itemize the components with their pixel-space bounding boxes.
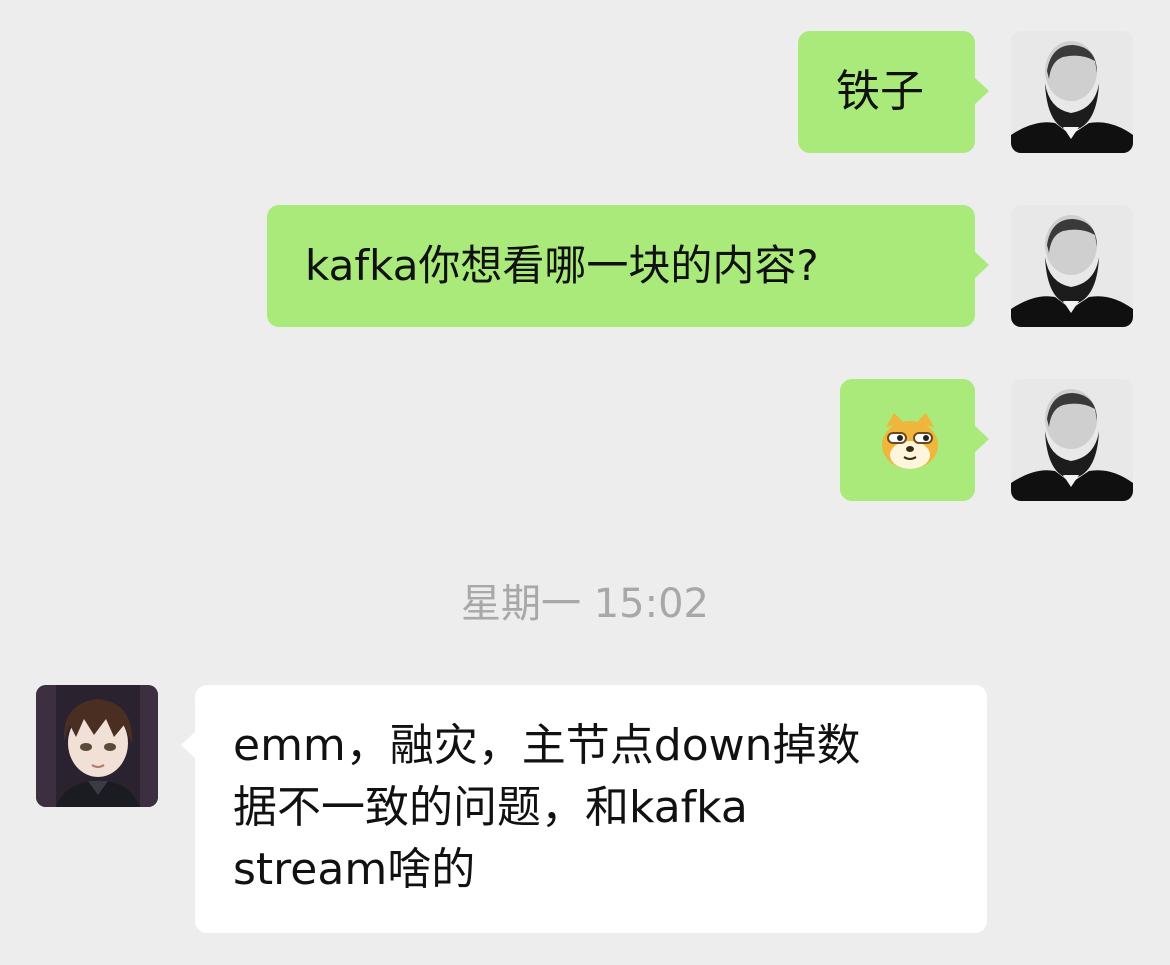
message-bubble-outgoing[interactable]: 铁子: [798, 31, 989, 153]
portrait-avatar-icon: [1011, 379, 1133, 501]
message-line: emm，融灾，主节点down掉数: [233, 720, 861, 771]
message-text: kafka你想看哪一块的内容?: [305, 241, 819, 290]
portrait-avatar-icon: [1011, 205, 1133, 327]
message-line: stream啥的: [233, 844, 476, 895]
doge-sticker-icon: [882, 413, 938, 469]
bubble-tail: [974, 77, 989, 105]
message-timestamp: 星期一 15:02: [461, 581, 709, 627]
message-text: 铁子: [836, 66, 924, 117]
chat-view: 铁子 kafka你想看哪一块的内容? 星期一 15:02 emm，融灾，主节点d…: [0, 0, 1170, 965]
message-text-block: emm，融灾，主节点down掉数 据不一致的问题，和kafka stream啥的: [233, 715, 861, 901]
message-bubble-incoming[interactable]: emm，融灾，主节点down掉数 据不一致的问题，和kafka stream啥的: [181, 685, 987, 933]
bubble-tail: [974, 425, 989, 453]
my-avatar[interactable]: [1011, 31, 1133, 153]
my-avatar[interactable]: [1011, 379, 1133, 501]
bubble-tail: [181, 731, 196, 759]
anime-avatar-icon: [36, 685, 158, 807]
message-bubble-outgoing[interactable]: kafka你想看哪一块的内容?: [267, 205, 989, 327]
message-bubble-outgoing[interactable]: [840, 379, 989, 501]
portrait-avatar-icon: [1011, 31, 1133, 153]
my-avatar[interactable]: [1011, 205, 1133, 327]
message-line: 据不一致的问题，和kafka: [233, 782, 748, 833]
contact-avatar[interactable]: [36, 685, 158, 807]
bubble-tail: [974, 251, 989, 279]
